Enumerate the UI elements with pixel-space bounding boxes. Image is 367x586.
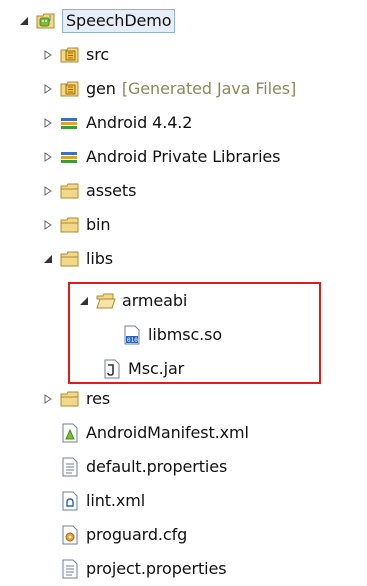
- tree-item-lint-xml[interactable]: lint.xml: [60, 484, 145, 518]
- folder-icon: [60, 249, 80, 269]
- tree-item-decoration: [Generated Java Files]: [121, 79, 297, 98]
- tree-item-label: res: [86, 389, 111, 408]
- tree-item-label: libs: [86, 249, 113, 268]
- jar-file-icon: [102, 359, 122, 379]
- folder-icon: [60, 389, 80, 409]
- tree-item-androidmanifest-xml[interactable]: AndroidManifest.xml: [60, 416, 249, 450]
- tree-item-label: bin: [86, 215, 111, 234]
- text-file-icon: [60, 559, 80, 579]
- tree-item-label: default.properties: [86, 457, 228, 476]
- binary-file-icon: 010: [122, 325, 142, 345]
- tree-item-assets[interactable]: assets: [40, 174, 136, 208]
- tree-item-label: assets: [86, 181, 137, 200]
- tree-item-android-private-libraries[interactable]: Android Private Libraries: [40, 140, 281, 174]
- tree-item-libmsc-so[interactable]: 010 libmsc.so: [122, 318, 222, 352]
- tree-item-speechdemo[interactable]: J SpeechDemo: [16, 4, 176, 38]
- tree-item-label: project.properties: [86, 559, 227, 578]
- tree-item-bin[interactable]: bin: [40, 208, 111, 242]
- expanded-arrow-icon[interactable]: [16, 13, 32, 29]
- folder-icon: [60, 181, 80, 201]
- folder-icon: [60, 215, 80, 235]
- svg-text:010: 010: [127, 337, 138, 344]
- tree-item-gen[interactable]: gen [Generated Java Files]: [40, 72, 296, 106]
- collapsed-arrow-icon[interactable]: [40, 47, 56, 63]
- collapsed-arrow-icon[interactable]: [40, 81, 56, 97]
- android-project-icon: J: [36, 11, 56, 31]
- tree-item-label: libmsc.so: [148, 325, 223, 344]
- library-icon: [60, 113, 80, 133]
- tree-item-msc-jar[interactable]: Msc.jar: [102, 352, 184, 386]
- tree-item-project-properties[interactable]: project.properties: [60, 552, 227, 586]
- collapsed-arrow-icon[interactable]: [40, 391, 56, 407]
- collapsed-arrow-icon[interactable]: [40, 183, 56, 199]
- tree-item-label: lint.xml: [86, 491, 146, 510]
- xml-file-icon: [60, 491, 80, 511]
- tree-item-label: Msc.jar: [128, 359, 185, 378]
- generated-folder-icon: [60, 79, 80, 99]
- tree-item-label: Android Private Libraries: [86, 147, 281, 166]
- collapsed-arrow-icon[interactable]: [40, 115, 56, 131]
- expanded-arrow-icon[interactable]: [40, 251, 56, 267]
- collapsed-arrow-icon[interactable]: [40, 149, 56, 165]
- tree-item-label: AndroidManifest.xml: [86, 423, 249, 442]
- tree-item-armeabi[interactable]: armeabi: [76, 284, 187, 318]
- tree-item-res[interactable]: res: [40, 382, 110, 416]
- tree-item-label: SpeechDemo: [62, 9, 176, 33]
- manifest-file-icon: [60, 423, 80, 443]
- tree-item-android-4-4-2[interactable]: Android 4.4.2: [40, 106, 192, 140]
- tree-item-label: Android 4.4.2: [86, 113, 193, 132]
- tree-item-proguard-cfg[interactable]: proguard.cfg: [60, 518, 187, 552]
- expanded-arrow-icon[interactable]: [76, 293, 92, 309]
- svg-text:J: J: [48, 14, 51, 22]
- project-explorer-tree: J SpeechDemo src gen [Generated Java Fil…: [0, 0, 367, 586]
- collapsed-arrow-icon[interactable]: [40, 217, 56, 233]
- library-icon: [60, 147, 80, 167]
- tree-item-label: gen: [86, 79, 116, 98]
- tree-item-label: src: [86, 45, 110, 64]
- tree-item-label: armeabi: [122, 291, 188, 310]
- open-folder-icon: [96, 291, 116, 311]
- tree-item-default-properties[interactable]: default.properties: [60, 450, 227, 484]
- tree-item-src[interactable]: src: [40, 38, 109, 72]
- text-file-icon: [60, 457, 80, 477]
- source-folder-icon: [60, 45, 80, 65]
- config-file-icon: [60, 525, 80, 545]
- tree-item-label: proguard.cfg: [86, 525, 188, 544]
- tree-item-libs[interactable]: libs: [40, 242, 113, 276]
